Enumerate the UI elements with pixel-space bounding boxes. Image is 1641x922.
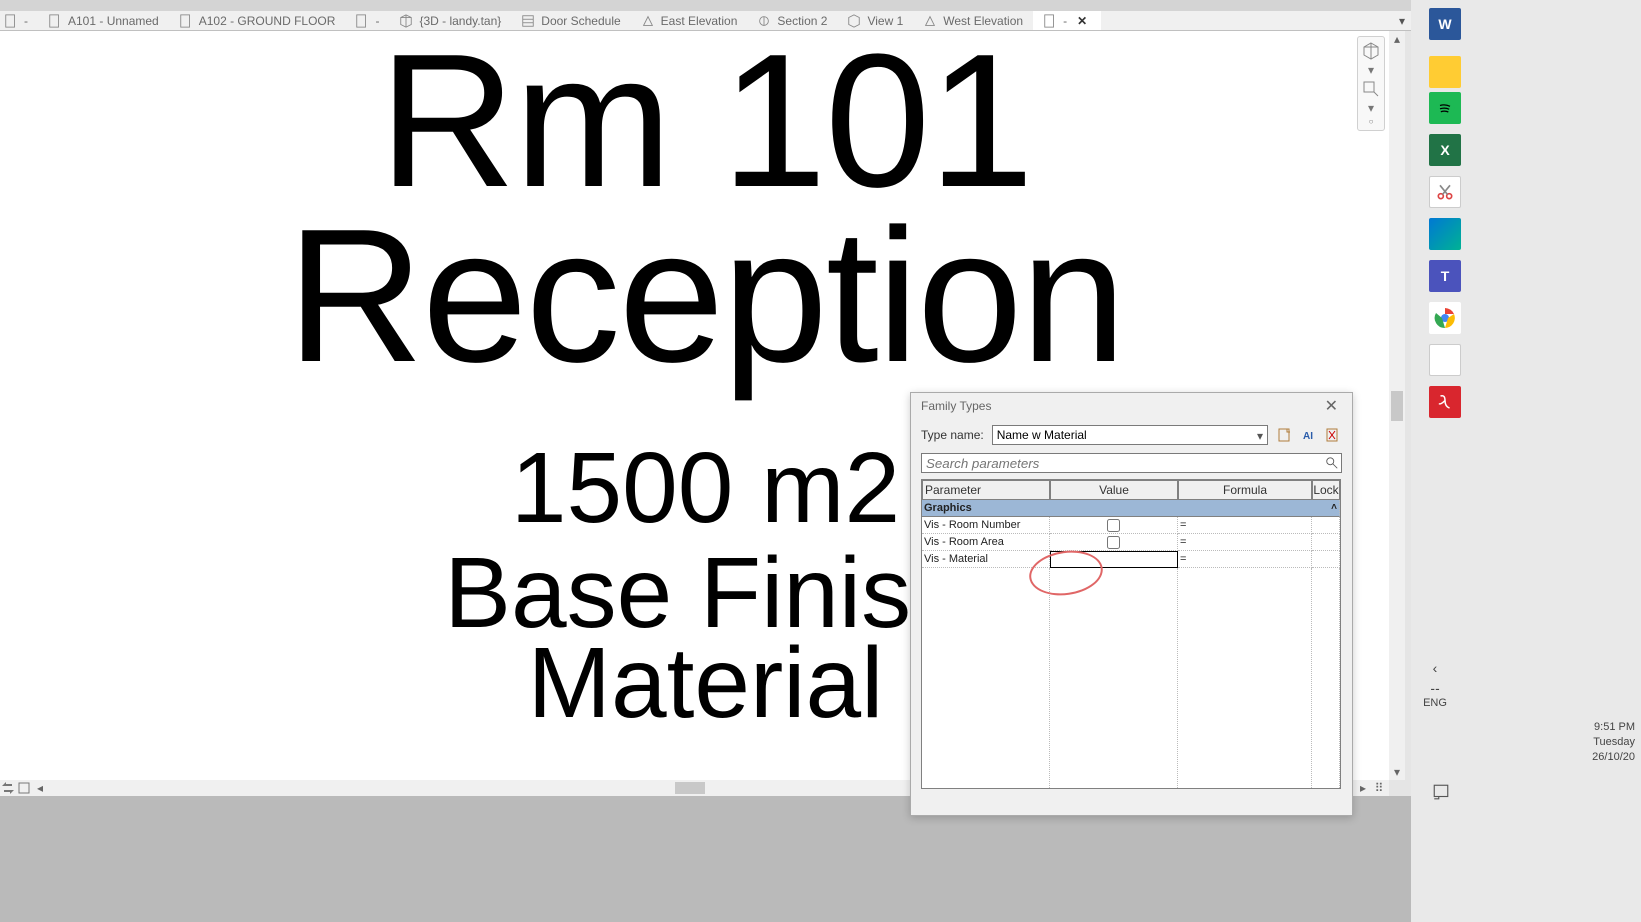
scroll-left-icon[interactable]: ◂ bbox=[32, 780, 48, 796]
scroll-up-icon[interactable]: ▴ bbox=[1389, 31, 1405, 47]
group-row-graphics[interactable]: Graphics ˄ bbox=[922, 500, 1340, 517]
clock-time: 9:51 PM bbox=[1411, 720, 1635, 735]
table-row[interactable]: Vis - Room Number = bbox=[922, 517, 1340, 534]
windows-taskbar: W X T R ‹ ⚋ ENG 9:51 PM Tuesday 26/10/20 bbox=[1411, 0, 1641, 922]
tray-expand-icon[interactable]: ‹ bbox=[1413, 660, 1457, 676]
spotify-icon[interactable] bbox=[1429, 92, 1461, 124]
excel-icon[interactable]: X bbox=[1429, 134, 1461, 166]
search-icon[interactable] bbox=[1324, 455, 1340, 471]
viewcube-icon[interactable] bbox=[1361, 41, 1381, 61]
replace-icon[interactable] bbox=[0, 780, 16, 796]
file-explorer-icon[interactable] bbox=[1429, 56, 1461, 88]
acrobat-icon[interactable] bbox=[1429, 386, 1461, 418]
param-name: Vis - Material bbox=[922, 551, 1050, 568]
language-indicator[interactable]: ENG bbox=[1413, 697, 1457, 709]
snipping-tool-icon[interactable] bbox=[1429, 176, 1461, 208]
family-types-dialog: Family Types ✕ Type name: Name w Materia… bbox=[910, 392, 1353, 816]
param-value-checkbox[interactable] bbox=[1107, 536, 1120, 549]
new-type-button[interactable] bbox=[1276, 426, 1294, 444]
param-value-input[interactable] bbox=[1050, 551, 1178, 568]
revit-icon[interactable]: R bbox=[1429, 344, 1461, 376]
wifi-icon[interactable]: ⚋ bbox=[1413, 680, 1457, 693]
param-formula[interactable]: = bbox=[1178, 534, 1312, 551]
svg-text:AI: AI bbox=[1303, 431, 1313, 442]
edge-icon[interactable] bbox=[1429, 218, 1461, 250]
zoom-region-icon[interactable] bbox=[1361, 79, 1381, 99]
header-lock[interactable]: Lock bbox=[1312, 480, 1340, 500]
header-parameter[interactable]: Parameter bbox=[922, 480, 1050, 500]
param-name: Vis - Room Number bbox=[922, 517, 1050, 534]
table-row-empty bbox=[922, 568, 1340, 788]
table-row[interactable]: Vis - Material = bbox=[922, 551, 1340, 568]
scroll-down-icon[interactable]: ▾ bbox=[1389, 764, 1405, 780]
nav-toggle-icon[interactable]: ○ bbox=[1361, 117, 1381, 125]
chrome-icon[interactable] bbox=[1429, 302, 1461, 334]
dialog-titlebar[interactable]: Family Types ✕ bbox=[911, 393, 1352, 419]
scrollbar-thumb[interactable] bbox=[1391, 391, 1403, 421]
type-name-value: Name w Material bbox=[997, 428, 1087, 442]
room-number-text: Rm 101 bbox=[0, 26, 1411, 216]
search-input[interactable] bbox=[921, 453, 1342, 473]
system-tray[interactable]: ‹ ⚋ ENG bbox=[1413, 660, 1457, 709]
dialog-title-text: Family Types bbox=[921, 399, 991, 413]
clock-date: 26/10/20 bbox=[1411, 750, 1635, 765]
window-top-strip bbox=[0, 0, 1411, 11]
clock-day: Tuesday bbox=[1411, 735, 1635, 750]
close-icon[interactable]: ✕ bbox=[1321, 396, 1342, 416]
taskbar-clock[interactable]: 9:51 PM Tuesday 26/10/20 bbox=[1411, 720, 1641, 765]
scroll-right-icon[interactable]: ▸ bbox=[1355, 780, 1371, 796]
collapse-icon[interactable]: ˄ bbox=[1331, 502, 1337, 513]
split-icon[interactable]: ⠿ bbox=[1371, 780, 1387, 796]
table-row[interactable]: Vis - Room Area = bbox=[922, 534, 1340, 551]
word-icon[interactable]: W bbox=[1429, 8, 1461, 40]
notifications-icon[interactable] bbox=[1429, 780, 1453, 804]
type-name-label: Type name: bbox=[921, 428, 984, 442]
param-value-checkbox[interactable] bbox=[1107, 519, 1120, 532]
delete-type-button[interactable] bbox=[1324, 426, 1342, 444]
room-name-text: Reception bbox=[0, 201, 1411, 391]
header-value[interactable]: Value bbox=[1050, 480, 1178, 500]
chevron-down-icon[interactable]: ▾ bbox=[1361, 65, 1381, 75]
teams-icon[interactable]: T bbox=[1429, 260, 1461, 292]
crop-icon[interactable] bbox=[16, 780, 32, 796]
param-formula[interactable]: = bbox=[1178, 517, 1312, 534]
scrollbar-thumb[interactable] bbox=[675, 782, 705, 794]
header-formula[interactable]: Formula bbox=[1178, 480, 1312, 500]
param-name: Vis - Room Area bbox=[922, 534, 1050, 551]
parameters-table: Parameter Value Formula Lock Graphics ˄ V… bbox=[921, 479, 1341, 789]
vertical-scrollbar[interactable]: ▴ ▾ bbox=[1389, 31, 1405, 780]
group-label: Graphics bbox=[924, 502, 972, 514]
param-formula[interactable]: = bbox=[1178, 551, 1312, 568]
type-name-dropdown[interactable]: Name w Material ▾ bbox=[992, 425, 1268, 445]
rename-type-button[interactable]: AI bbox=[1300, 426, 1318, 444]
chevron-down-icon[interactable]: ▾ bbox=[1361, 103, 1381, 113]
navigation-panel: ▾ ▾ ○ bbox=[1357, 36, 1385, 131]
chevron-down-icon: ▾ bbox=[1257, 429, 1263, 443]
